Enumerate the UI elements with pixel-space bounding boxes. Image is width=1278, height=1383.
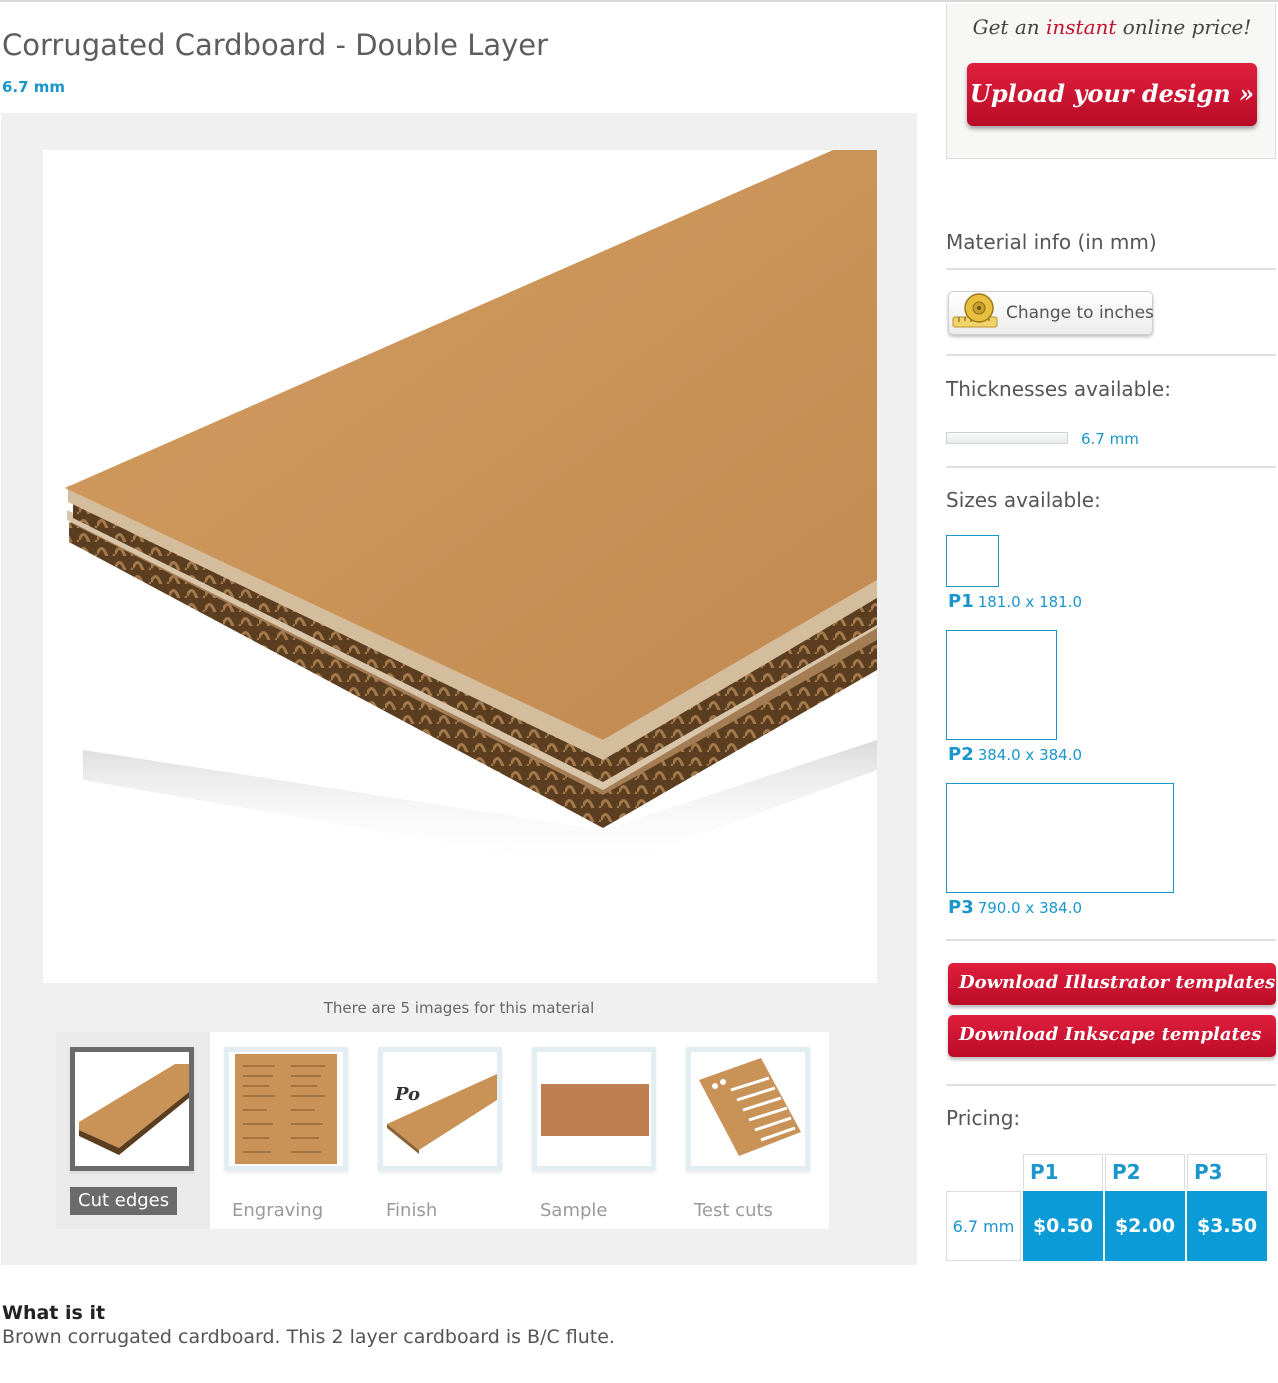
pricing-table: P1 P2 P3 6.7 mm $0.50 $2.00 $3.50 [944, 1152, 1269, 1263]
thickness-swatch [946, 432, 1068, 444]
main-material-photo [43, 150, 877, 983]
thumbnail-image [70, 1047, 194, 1171]
thumbnail-finish[interactable]: Po Finish [364, 1032, 518, 1229]
thumbnail-label: Sample [540, 1200, 608, 1221]
thumbnail-image [224, 1047, 348, 1171]
tagline-end: online price! [1116, 15, 1252, 39]
pricing-column-p1: P1 [1023, 1154, 1103, 1189]
tagline-start: Get an [972, 15, 1046, 39]
thicknesses-heading: Thicknesses available: [946, 377, 1171, 401]
top-divider [0, 0, 1278, 2]
sizes-heading: Sizes available: [946, 488, 1101, 512]
thumbnail-sample[interactable]: Sample [518, 1032, 672, 1229]
size-dims: 790.0 x 384.0 [977, 899, 1083, 917]
upload-design-button[interactable]: Upload your design » [967, 63, 1257, 126]
price-p1[interactable]: $0.50 [1023, 1191, 1103, 1261]
instant-price-box: Get an instant online price! Upload your… [946, 4, 1276, 159]
size-p2-preview [946, 630, 1057, 740]
size-code: P1 [948, 591, 974, 612]
size-p3-preview [946, 783, 1174, 893]
pricing-corner-cell [946, 1154, 1021, 1189]
size-p2-caption: P2 384.0 x 384.0 [948, 744, 1082, 765]
size-code: P3 [948, 897, 974, 918]
pricing-column-p3: P3 [1187, 1154, 1267, 1189]
divider [946, 1084, 1276, 1086]
size-dims: 384.0 x 384.0 [977, 746, 1083, 764]
size-p1-caption: P1 181.0 x 181.0 [948, 591, 1082, 612]
thumbnail-test-cuts[interactable]: Test cuts [672, 1032, 826, 1229]
divider [946, 354, 1276, 356]
thumbnail-label: Finish [386, 1200, 438, 1221]
tape-measure-icon [952, 293, 998, 328]
thumbnail-image [686, 1047, 810, 1171]
pricing-header-row: P1 P2 P3 [946, 1154, 1267, 1189]
size-p3-caption: P3 790.0 x 384.0 [948, 897, 1082, 918]
thumbnail-cut-edges[interactable]: Cut edges [56, 1032, 210, 1229]
tagline-accent: instant [1045, 15, 1117, 39]
divider [946, 466, 1276, 468]
description-heading: What is it [2, 1302, 106, 1324]
change-to-inches-button[interactable]: Change to inches [948, 291, 1154, 335]
svg-text:Po: Po [394, 1084, 420, 1105]
instant-price-tagline: Get an instant online price! [947, 15, 1277, 39]
price-p3[interactable]: $3.50 [1187, 1191, 1267, 1261]
cardboard-sheet-illustration [65, 150, 877, 870]
description-text: Brown corrugated cardboard. This 2 layer… [2, 1326, 615, 1348]
page-title: Corrugated Cardboard - Double Layer [2, 28, 549, 62]
thumbnail-label: Cut edges [70, 1187, 178, 1215]
pricing-row: 6.7 mm $0.50 $2.00 $3.50 [946, 1191, 1267, 1261]
price-p2[interactable]: $2.00 [1105, 1191, 1185, 1261]
thumbnail-label: Engraving [232, 1200, 324, 1221]
image-count-text: There are 5 images for this material [323, 999, 595, 1017]
pricing-column-p2: P2 [1105, 1154, 1185, 1189]
size-p1-preview [946, 535, 999, 587]
divider [946, 268, 1276, 270]
material-info-heading: Material info (in mm) [946, 230, 1157, 254]
download-illustrator-templates-button[interactable]: Download Illustrator templates [948, 963, 1276, 1005]
thumbnail-engraving[interactable]: Engraving [210, 1032, 364, 1229]
size-code: P2 [948, 744, 974, 765]
pricing-row-thickness: 6.7 mm [946, 1191, 1021, 1261]
pricing-heading: Pricing: [946, 1106, 1021, 1130]
thumbnail-strip: Cut edges Engraving Po Finish Sample Tes… [56, 1032, 829, 1229]
divider [946, 939, 1276, 941]
thickness-subtitle: 6.7 mm [2, 78, 66, 96]
thickness-option[interactable]: 6.7 mm [1081, 430, 1139, 448]
image-gallery: There are 5 images for this material Cut… [1, 113, 917, 1265]
thumbnail-image: Po [378, 1047, 502, 1171]
change-to-inches-label: Change to inches [1006, 303, 1154, 323]
thumbnail-label: Test cuts [694, 1200, 773, 1221]
size-dims: 181.0 x 181.0 [977, 593, 1083, 611]
thumbnail-image [532, 1047, 656, 1171]
download-inkscape-templates-button[interactable]: Download Inkscape templates [948, 1015, 1276, 1057]
